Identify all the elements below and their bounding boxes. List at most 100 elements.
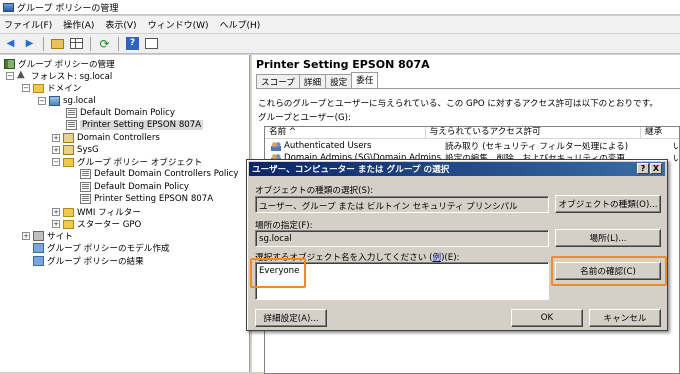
window-title: グループ ポリシーの管理	[17, 3, 119, 14]
tree-item-label: Printer Setting EPSON 807A	[94, 194, 214, 204]
menu-window[interactable]: ウィンドウ(W)	[148, 18, 209, 31]
tree-item-default-domain-policy-link[interactable]: Default Domain Policy	[66, 107, 175, 119]
column-header-inherited[interactable]: 継承	[641, 127, 679, 139]
tree-item-gpo-ddcp[interactable]: Default Domain Controllers Policy	[80, 168, 238, 180]
tree-item-domains[interactable]: − ドメイン	[22, 82, 81, 94]
tree-item-label: Domain Controllers	[77, 133, 160, 143]
up-folder-icon[interactable]	[50, 36, 65, 51]
back-arrow-icon[interactable]: ◀	[3, 36, 18, 51]
collapse-icon[interactable]: −	[52, 158, 60, 166]
row-name: Authenticated Users	[284, 141, 372, 151]
tree-item-sysg[interactable]: + SysG	[52, 144, 99, 156]
tree-item-label: sg.local	[63, 96, 96, 106]
list-item[interactable]: Authenticated Users 読み取り (セキュリティ フィルター処理…	[265, 140, 679, 152]
tree-item-gpo-objects[interactable]: − グループ ポリシー オブジェクト	[52, 156, 202, 168]
column-header-permissions[interactable]: 与えられているアクセス許可	[426, 127, 642, 139]
gpo-title: Printer Setting EPSON 807A	[256, 58, 430, 71]
tab-scope[interactable]: スコープ	[256, 74, 300, 88]
cancel-button[interactable]: キャンセル	[589, 309, 661, 327]
tree-item-sites[interactable]: + サイト	[22, 230, 73, 242]
expand-icon[interactable]: +	[52, 220, 60, 228]
folder-icon	[63, 157, 74, 167]
gpo-link-icon	[66, 108, 77, 118]
tree-item-gpo-ddp[interactable]: Default Domain Policy	[80, 181, 189, 193]
object-names-input[interactable]: Everyone	[255, 262, 549, 300]
tree-item-label: スターター GPO	[77, 220, 142, 230]
check-names-button[interactable]: 名前の確認(C)	[555, 262, 661, 280]
expand-icon[interactable]: +	[52, 134, 60, 142]
tree-item-label: サイト	[47, 232, 73, 242]
tree-item-printer-setting-link[interactable]: Printer Setting EPSON 807A	[66, 119, 204, 131]
domain-icon	[49, 96, 60, 106]
show-hide-tree-icon[interactable]	[69, 36, 84, 51]
menu-view[interactable]: 表示(V)	[105, 18, 136, 31]
object-types-button[interactable]: オブジェクトの種類(O)...	[555, 195, 661, 213]
folder-icon	[63, 207, 74, 217]
tab-details[interactable]: 詳細	[298, 74, 327, 88]
tree-item-gpo-printer[interactable]: Printer Setting EPSON 807A	[80, 193, 213, 205]
tree-item-label: Printer Setting EPSON 807A	[80, 120, 204, 130]
refresh-icon[interactable]: ⟳	[97, 36, 112, 51]
tree-item-label: Default Domain Policy	[80, 108, 175, 118]
tree-item-domain[interactable]: − sg.local	[38, 95, 96, 107]
row-inherited: いい	[669, 140, 679, 152]
results-icon	[33, 256, 44, 266]
tree-item-modeling[interactable]: グループ ポリシーのモデル作成	[33, 242, 170, 254]
tab-settings[interactable]: 設定	[325, 74, 353, 88]
advanced-button[interactable]: 詳細設定(A)...	[255, 309, 327, 327]
tree-item-label: WMI フィルター	[77, 208, 141, 218]
tree-item-label: グループ ポリシーの管理	[18, 60, 115, 70]
collapse-icon[interactable]: −	[38, 97, 46, 105]
site-icon	[33, 231, 44, 241]
gpo-icon	[80, 182, 91, 192]
expand-icon[interactable]: +	[22, 232, 30, 240]
menu-help[interactable]: ヘルプ(H)	[220, 18, 261, 31]
collapse-icon[interactable]: −	[6, 72, 14, 80]
ou-icon	[63, 133, 74, 143]
menu-bar: ファイル(F) 操作(A) 表示(V) ウィンドウ(W) ヘルプ(H)	[0, 16, 680, 33]
object-type-field: ユーザー、グループ または ビルトイン セキュリティ プリンシパル	[255, 196, 549, 213]
column-header-name[interactable]: 名前 ^	[265, 127, 426, 139]
locations-button[interactable]: 場所(L)...	[555, 229, 661, 247]
dialog-title: ユーザー、コンピューター または グループ の選択	[252, 165, 450, 175]
gpo-icon	[80, 169, 91, 179]
help-icon[interactable]: ?	[125, 36, 140, 51]
location-field: sg.local	[255, 230, 549, 247]
menu-action[interactable]: 操作(A)	[63, 18, 94, 31]
tree-item-forest[interactable]: − フォレスト: sg.local	[6, 69, 112, 82]
tree-item-label: グループ ポリシー オブジェクト	[77, 158, 203, 168]
menu-file[interactable]: ファイル(F)	[4, 18, 52, 31]
gpo-icon	[80, 194, 91, 204]
expand-icon[interactable]: +	[52, 208, 60, 216]
tree-item-label: Default Domain Controllers Policy	[94, 169, 239, 179]
console-tree[interactable]: グループ ポリシーの管理 − フォレスト: sg.local − ドメイン − …	[0, 55, 250, 372]
tab-delegation[interactable]: 委任	[351, 72, 379, 88]
properties-icon[interactable]	[144, 36, 159, 51]
tree-item-results[interactable]: グループ ポリシーの結果	[33, 255, 144, 267]
ou-icon	[63, 145, 74, 155]
dialog-titlebar: ユーザー、コンピューター または グループ の選択 ? X	[249, 162, 665, 176]
tree-item-label: SysG	[77, 145, 99, 155]
gpmc-app-icon	[3, 2, 14, 12]
toolbar: ◀ ▶ ⟳ ?	[0, 34, 680, 54]
tree-item-wmi-filters[interactable]: + WMI フィルター	[52, 206, 141, 218]
tab-strip: スコープ 詳細 設定 委任	[256, 72, 379, 89]
folder-icon	[63, 219, 74, 229]
object-names-value: Everyone	[259, 266, 300, 276]
ok-button[interactable]: OK	[511, 309, 583, 327]
tree-item-label: グループ ポリシーのモデル作成	[47, 244, 170, 254]
toolbar-separator	[43, 36, 44, 51]
tree-item-starter-gpo[interactable]: + スターター GPO	[52, 218, 141, 230]
groups-users-label: グループとユーザー(G):	[258, 113, 351, 123]
forward-arrow-icon[interactable]: ▶	[22, 36, 37, 51]
collapse-icon[interactable]: −	[22, 84, 30, 92]
delegation-description: これらのグループとユーザーに与えられている、この GPO に対するアクセス許可は…	[258, 99, 658, 109]
expand-icon[interactable]: +	[52, 146, 60, 154]
select-users-dialog: ユーザー、コンピューター または グループ の選択 ? X オブジェクトの種類の…	[246, 159, 668, 331]
dialog-help-button[interactable]: ?	[637, 163, 649, 174]
folder-icon	[33, 83, 44, 93]
window-titlebar: グループ ポリシーの管理	[0, 0, 680, 15]
dialog-close-button[interactable]: X	[650, 163, 662, 174]
tree-item-domain-controllers[interactable]: + Domain Controllers	[52, 132, 160, 144]
tree-item-label: ドメイン	[47, 84, 82, 94]
